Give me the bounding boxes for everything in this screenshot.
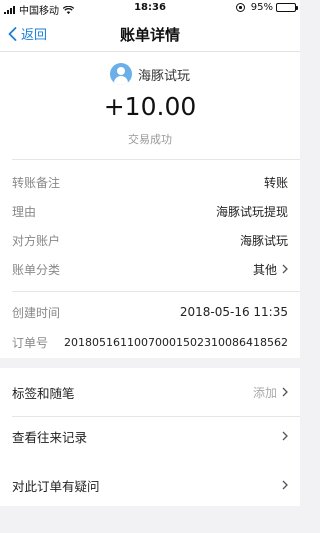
detail-row-account: 对方账户 海豚试玩	[12, 230, 288, 250]
history-label: 查看往来记录	[12, 429, 88, 445]
status-bar: 中国移动 18:36 95%	[0, 0, 300, 17]
detail-label: 对方账户	[12, 233, 61, 248]
bill-detail-card: 海豚试玩 +10.00 交易成功 转账备注 转账 理由 海豚试玩提现 对方账户 …	[0, 52, 300, 358]
created-value: 2018-05-16 11:35	[179, 305, 288, 319]
detail-value: 其他	[252, 262, 277, 277]
nav-bar: 返回 账单详情	[0, 16, 300, 52]
question-label: 对此订单有疑问	[12, 478, 100, 494]
tags-notes-row[interactable]: 标签和随笔 添加	[12, 382, 288, 402]
chevron-right-icon	[282, 480, 288, 490]
payee-name: 海豚试玩	[137, 68, 190, 84]
rotation-lock-icon	[235, 3, 245, 12]
category-value[interactable]: 其他	[253, 261, 288, 278]
question-section: 对此订单有疑问	[0, 464, 300, 506]
status-bar-right: 95%	[235, 2, 298, 13]
question-row[interactable]: 对此订单有疑问	[12, 475, 288, 495]
transaction-status: 交易成功	[128, 133, 172, 146]
detail-row-created: 创建时间 2018-05-16 11:35	[12, 302, 288, 322]
page-title: 账单详情	[119, 26, 180, 44]
detail-label: 账单分类	[12, 262, 61, 277]
detail-row-remark: 转账备注 转账	[12, 172, 288, 192]
tags-add[interactable]: 添加	[253, 384, 288, 401]
tags-label: 标签和随笔	[12, 385, 75, 401]
detail-value: 海豚试玩	[239, 233, 288, 248]
avatar	[109, 63, 132, 85]
divider	[12, 416, 300, 417]
detail-value: 海豚试玩提现	[215, 204, 288, 219]
detail-row-order: 订单号 20180516110070001502310086418562	[12, 332, 288, 352]
created-label: 创建时间	[12, 305, 61, 320]
order-label: 订单号	[12, 335, 49, 350]
chevron-right-icon	[282, 431, 288, 441]
detail-row-reason: 理由 海豚试玩提现	[12, 201, 288, 221]
actions-section: 标签和随笔 添加 查看往来记录	[0, 368, 300, 466]
detail-label: 转账备注	[12, 175, 61, 190]
divider	[12, 159, 300, 160]
detail-value: 转账	[263, 175, 288, 190]
battery-icon	[276, 3, 298, 12]
divider	[12, 291, 300, 292]
chevron-right-icon	[282, 387, 288, 397]
payee: 海豚试玩	[0, 63, 300, 85]
chevron-right-icon	[282, 264, 288, 274]
detail-row-category[interactable]: 账单分类 其他	[12, 259, 288, 279]
battery-percent: 95%	[250, 2, 273, 13]
detail-label: 理由	[12, 204, 37, 219]
amount: +10.00	[103, 92, 197, 121]
add-label: 添加	[252, 385, 277, 400]
order-number: 20180516110070001502310086418562	[64, 335, 288, 349]
history-row[interactable]: 查看往来记录	[12, 426, 288, 446]
